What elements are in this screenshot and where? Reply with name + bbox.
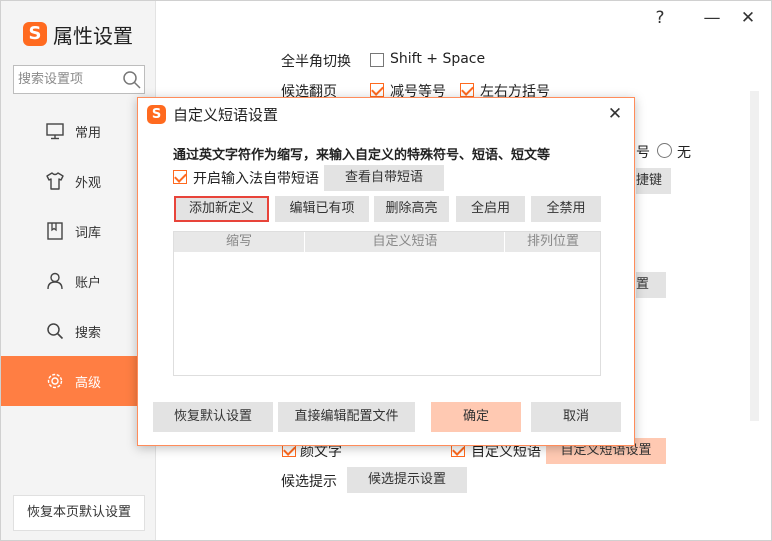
search-input[interactable]: [18, 69, 118, 90]
search-box[interactable]: [13, 65, 145, 94]
hotkey-settings-button[interactable]: 捷键: [636, 168, 671, 194]
close-button[interactable]: ✕: [736, 7, 760, 29]
candidate-hint-label: 候选提示: [281, 474, 337, 490]
settings-window: S 属性设置 常用 外观: [0, 0, 772, 541]
sidebar-item-common[interactable]: 常用: [1, 106, 156, 156]
sidebar-item-label: 词库: [75, 226, 102, 241]
enable-builtin-label: 开启输入法自带短语: [193, 171, 319, 187]
search-icon: [47, 323, 64, 340]
phrase-table[interactable]: 缩写 自定义短语 排列位置: [173, 231, 601, 376]
sidebar-item-advanced[interactable]: 高级: [1, 356, 156, 406]
sidebar-item-label: 账户: [75, 276, 102, 291]
shift-space-label: Shift + Space: [390, 51, 486, 67]
sidebar-item-label: 外观: [75, 176, 102, 191]
dialog-description: 通过英文字符作为缩写，来输入自定义的特殊符号、短语、短文等: [173, 148, 551, 163]
sidebar-item-appearance[interactable]: 外观: [1, 156, 156, 206]
sidebar-item-label: 高级: [75, 376, 102, 391]
user-icon: [47, 272, 63, 290]
candidate-hint-settings-button[interactable]: 候选提示设置: [347, 467, 467, 493]
sidebar-item-label: 常用: [75, 126, 102, 141]
cancel-button[interactable]: 取消: [531, 402, 621, 432]
custom-phrase-dialog: S 自定义短语设置 ✕ 通过英文字符作为缩写，来输入自定义的特殊符号、短语、短文…: [137, 97, 635, 446]
monitor-icon: [46, 123, 64, 140]
column-header-phrase[interactable]: 自定义短语: [306, 232, 505, 252]
disable-all-button[interactable]: 全禁用: [531, 196, 601, 222]
shirt-icon: [46, 172, 64, 190]
scrollbar[interactable]: [750, 91, 759, 421]
view-builtin-button[interactable]: 查看自带短语: [324, 165, 444, 191]
add-new-definition-button[interactable]: 添加新定义: [174, 196, 269, 222]
enable-builtin-checkbox[interactable]: [173, 170, 187, 184]
dialog-title: 自定义短语设置: [173, 106, 279, 124]
sogou-logo-icon: S: [147, 105, 166, 124]
dialog-close-button[interactable]: ✕: [603, 102, 627, 126]
column-header-position[interactable]: 排列位置: [506, 232, 600, 252]
ok-button[interactable]: 确定: [431, 402, 521, 432]
shift-space-checkbox[interactable]: [370, 53, 384, 67]
partial-option-label: 号: [636, 145, 650, 161]
none-label: 无: [677, 145, 691, 161]
fullhalf-label: 全半角切换: [281, 54, 351, 70]
restore-page-defaults-button[interactable]: 恢复本页默认设置: [13, 495, 145, 531]
book-icon: [47, 222, 63, 240]
none-radio[interactable]: [657, 143, 672, 158]
edit-existing-button[interactable]: 编辑已有项: [275, 196, 369, 222]
sidebar: S 属性设置 常用 外观: [1, 1, 156, 540]
restore-default-button[interactable]: 恢复默认设置: [153, 402, 273, 432]
column-header-abbreviation[interactable]: 缩写: [174, 232, 305, 252]
search-icon[interactable]: [122, 70, 142, 90]
help-button[interactable]: ?: [648, 7, 672, 29]
table-header: 缩写 自定义短语 排列位置: [174, 232, 600, 252]
enable-all-button[interactable]: 全启用: [456, 196, 525, 222]
sidebar-item-dictionary[interactable]: 词库: [1, 206, 156, 256]
sidebar-item-search[interactable]: 搜索: [1, 306, 156, 356]
brackets-checkbox[interactable]: [460, 83, 474, 97]
partial-settings-button[interactable]: 置: [636, 272, 666, 298]
minimize-button[interactable]: —: [700, 7, 724, 29]
sidebar-item-account[interactable]: 账户: [1, 256, 156, 306]
gear-icon: [47, 373, 63, 389]
sogou-logo-icon: S: [23, 22, 47, 46]
minus-equal-checkbox[interactable]: [370, 83, 384, 97]
edit-config-file-button[interactable]: 直接编辑配置文件: [278, 402, 415, 432]
sidebar-item-label: 搜索: [75, 326, 102, 341]
delete-highlight-button[interactable]: 删除高亮: [374, 196, 449, 222]
app-title: 属性设置: [53, 24, 133, 48]
